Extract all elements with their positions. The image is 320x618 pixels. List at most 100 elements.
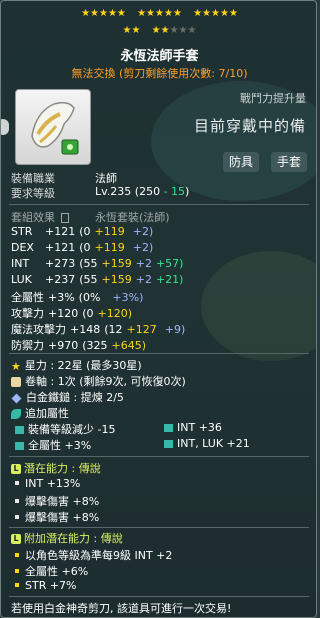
stat-row: 攻擊力 +120 (0 +120) (11, 305, 144, 321)
divider (9, 456, 309, 457)
stat-total: +121 (45, 225, 76, 238)
stat-name: 全屬性 (11, 291, 44, 304)
leaf-icon (11, 409, 21, 419)
stat-base: (0 (79, 241, 91, 254)
additional-title: 追加屬性 (25, 407, 69, 420)
potential-line: 爆擊傷害 +8% (11, 493, 99, 509)
legendary-badge: L (11, 464, 21, 474)
item-tooltip: ★★★★★ ★★★★★ ★★★★★ ★★ ★★★★★ 永恆法師手套 無法交換 (… (0, 0, 317, 618)
scroll-row: 卷軸 : 1次 (剩餘9次, 可恢復0次) (11, 373, 186, 389)
stat-name: LUK (11, 273, 32, 286)
stat-other: +9) (164, 323, 186, 336)
star-group: ★★★★★ (193, 8, 238, 19)
stat-row: 防禦力 +970 (325 +645) (11, 337, 158, 353)
stat-other: +57) (155, 257, 184, 270)
stat-base: (55 (79, 257, 98, 270)
divider (9, 204, 309, 205)
bonus-potential-line: STR +7% (11, 579, 77, 592)
additional-title-row: 追加屬性 (11, 405, 69, 421)
set-value: 永恆套裝(法師) (95, 211, 170, 224)
stat-icon (15, 442, 24, 450)
stat-star: +645) (111, 339, 147, 352)
stat-base: (0 (82, 307, 94, 320)
stat-other: +2) (132, 241, 154, 254)
stat-total: +970 (48, 339, 79, 352)
bonus-potential-line: 全屬性 +6% (11, 563, 88, 579)
stat-other: +3%) (112, 291, 144, 304)
tag-gloves: 手套 (271, 152, 308, 172)
bonus-potential-title-row: L 附加潛在能力 : 傳說 (11, 530, 123, 546)
job-row: 裝備職業 法師 (11, 170, 117, 186)
stat-name: DEX (11, 241, 34, 254)
star-force-row: ★ 星力 : 22星 (最多30星) (11, 357, 142, 373)
divider (9, 527, 309, 528)
bonus-potential-title: 附加潛在能力 : 傳說 (24, 532, 123, 545)
star-row-1: ★★★★★ ★★★★★ ★★★★★ (1, 8, 316, 20)
stat-base: (0% (78, 291, 101, 304)
stat-icon (164, 424, 173, 432)
additional-text: 裝備等級減少 -15 (28, 423, 116, 436)
hammer-icon (11, 393, 22, 403)
stat-row: DEX +121 (0 +119 +2) (11, 241, 157, 254)
tooltip-pin (1, 119, 9, 135)
stat-row: INT +273 (55 +159 +2 +57) (11, 257, 187, 270)
level-label: 要求等級 (11, 187, 55, 200)
trade-status: 無法交換 (剪刀剩餘使用次數: 7/10) (71, 67, 248, 80)
star-group: ★★★★★ (81, 8, 126, 19)
stat-base: (325 (82, 339, 108, 352)
potential-title: 潛在能力 : 傳說 (24, 462, 101, 475)
set-label: 套組效果 (11, 211, 55, 224)
bonus-potential-text: STR +7% (25, 579, 77, 592)
stat-star: +159 (101, 257, 132, 270)
star-force-text: 星力 : 22星 (最多30星) (24, 359, 142, 372)
stat-total: +121 (45, 241, 76, 254)
additional-item: INT, LUK +21 (164, 437, 250, 450)
stat-flame: +2 (135, 273, 152, 286)
stat-row: 全屬性 +3% (0% +3%) (11, 289, 147, 305)
stat-other: +2) (132, 225, 154, 238)
potential-line: 爆擊傷害 +8% (11, 509, 99, 525)
level-paren: ) (185, 185, 190, 198)
stat-total: +148 (70, 323, 101, 336)
stat-name: 魔法攻擊力 (11, 323, 66, 336)
combat-power-label: 戰鬥力提升量 (240, 92, 306, 105)
star-row-2: ★★ ★★★★★ (1, 25, 316, 37)
additional-item: 全屬性 +3% (15, 437, 91, 453)
additional-text: 全屬性 +3% (28, 439, 92, 452)
scroll-text: 卷軸 : 1次 (剩餘9次, 可恢復0次) (25, 375, 186, 388)
background-blot (201, 251, 316, 361)
footer-note: 若使用白金神奇剪刀, 該道具可進行一次交易! (11, 602, 232, 615)
scroll-icon (11, 377, 21, 387)
level-value: Lv.235 (95, 185, 132, 198)
item-title: 永恆法師手套 (120, 49, 199, 64)
job-label: 裝備職業 (11, 172, 55, 185)
stat-icon (15, 426, 24, 434)
tag-armor: 防具 (223, 152, 260, 172)
stat-base: (0 (79, 225, 91, 238)
star-group: ★★★★★ (137, 8, 182, 19)
item-icon-frame (15, 89, 91, 165)
star-group: ★★★★★ (151, 25, 197, 36)
stat-icon (164, 440, 173, 448)
stat-star: +159 (101, 273, 132, 286)
glove-icon (31, 101, 79, 155)
stat-flame: +2 (135, 257, 152, 270)
stat-star: +119 (94, 241, 125, 254)
star-group: ★★ (122, 25, 141, 36)
potential-text: 爆擊傷害 +8% (25, 511, 100, 524)
level-row: 要求等級 Lv.235 (250 - 15) (11, 185, 189, 201)
stat-name: 防禦力 (11, 339, 44, 352)
additional-text: INT, LUK +21 (177, 437, 250, 450)
potential-title-row: L 潛在能力 : 傳說 (11, 460, 101, 476)
job-value: 法師 (95, 172, 117, 185)
stat-total: +3% (48, 291, 75, 304)
stat-star: +120) (97, 307, 133, 320)
bonus-potential-text: 以角色等級為準每9級 INT +2 (25, 549, 173, 562)
bonus-potential-line: 以角色等級為準每9級 INT +2 (11, 547, 172, 563)
divider (9, 353, 309, 354)
set-row: 套組效果 永恆套裝(法師) (11, 209, 170, 225)
stat-name: STR (11, 225, 33, 238)
level-reduction: - 15 (163, 185, 186, 198)
stat-row: 魔法攻擊力 +148 (12 +127 +9) (11, 321, 189, 337)
additional-item: 裝備等級減少 -15 (15, 421, 115, 437)
